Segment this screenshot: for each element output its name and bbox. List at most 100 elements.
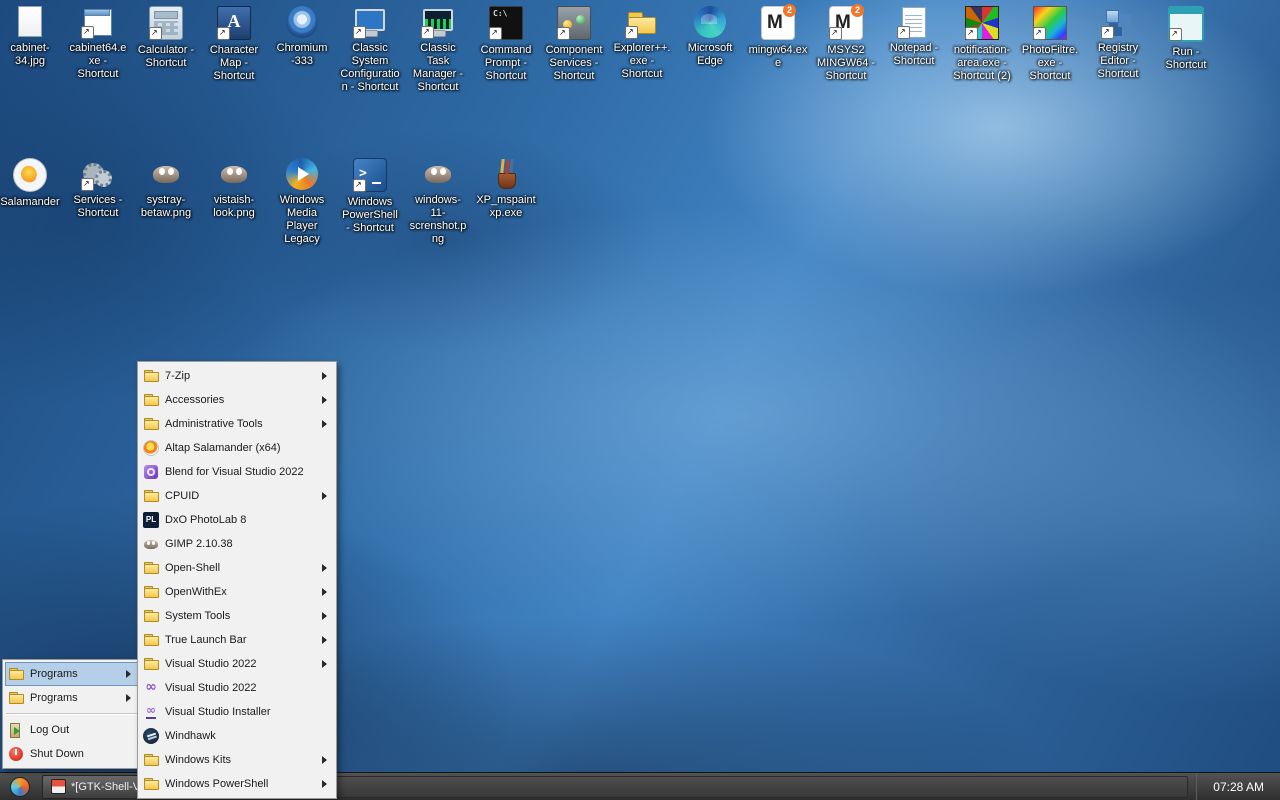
desktop-icon-label: Component Services - Shortcut — [545, 44, 603, 82]
m2-icon — [829, 4, 864, 40]
start-menu-item-shut-down[interactable]: Shut Down — [5, 742, 138, 766]
programs-menu-item-7-zip[interactable]: 7-Zip — [140, 364, 334, 388]
chromium-icon — [286, 6, 318, 38]
menu-item-label: Open-Shell — [165, 562, 221, 574]
submenu-arrow-icon — [126, 694, 135, 702]
programs-menu-item-openwithex[interactable]: OpenWithEx — [140, 580, 334, 604]
desktop-icon-notification-area-exe-shortcut-2[interactable]: notification-area.exe - Shortcut (2) — [952, 6, 1012, 83]
run-icon — [1168, 6, 1204, 42]
desktop-icon-label: Chromium -333 — [276, 42, 328, 67]
shortcut-arrow-overlay-icon — [353, 26, 366, 39]
desktop-icon-label: cabinet64.exe - Shortcut — [69, 42, 127, 80]
desktop-icon-xp-mspaintxp-exe[interactable]: XP_mspaintxp.exe — [476, 158, 536, 220]
desktop-icon-msys2-mingw64-shortcut[interactable]: MSYS2 MINGW64 - Shortcut — [816, 4, 876, 83]
desktop-icon-label: MSYS2 MINGW64 - Shortcut — [816, 44, 876, 82]
desktop-icon-cabinet64-exe-shortcut[interactable]: cabinet64.exe - Shortcut — [68, 6, 128, 81]
programs-submenu-items: 7-Zip Accessories Administrative Tools Alta… — [140, 364, 334, 796]
programs-menu-item-windows-powershell[interactable]: Windows PowerShell — [140, 772, 334, 796]
programs-menu-item-open-shell[interactable]: Open-Shell — [140, 556, 334, 580]
menu-item-label: CPUID — [165, 490, 200, 502]
desktop-icon-label: Character Map - Shortcut — [209, 44, 259, 82]
desktop-icon-command-prompt-shortcut[interactable]: Command Prompt - Shortcut — [476, 6, 536, 83]
taskbar-clock[interactable]: 07:28 AM — [1213, 780, 1264, 794]
folder-icon — [143, 752, 159, 768]
desktop-icon-explorer-exe-shortcut[interactable]: Explorer++.exe - Shortcut — [612, 6, 672, 81]
menu-item-label: Log Out — [30, 724, 70, 736]
desktop-icon-systray-betaw-png[interactable]: systray-betaw.png — [136, 158, 196, 220]
desktop-icon-label: vistaish-look.png — [213, 194, 255, 219]
desktop-icon-windows-media-player-legacy[interactable]: Windows Media Player Legacy — [272, 158, 332, 246]
programs-menu-item-blend-for-visual-studio-2022[interactable]: Blend for Visual Studio 2022 — [140, 460, 334, 484]
menu-item-label: System Tools — [165, 610, 231, 622]
desktop-icon-cabinet-34-jpg[interactable]: cabinet-34.jpg — [0, 6, 60, 68]
desktop-icon-photofiltre-exe-shortcut[interactable]: PhotoFiltre.exe - Shortcut — [1020, 6, 1080, 83]
desktop-icon-label: Run - Shortcut — [1165, 46, 1207, 71]
programs-menu-item-dxo-photolab-8[interactable]: DxO PhotoLab 8 — [140, 508, 334, 532]
desktop-icon-windows-powershell-shortcut[interactable]: Windows PowerShell - Shortcut — [340, 158, 400, 235]
desktop-icon-microsoft-edge[interactable]: Microsoft Edge — [680, 6, 740, 68]
desktop-icon-vistaish-look-png[interactable]: vistaish-look.png — [204, 158, 264, 220]
start-menu-item-programs[interactable]: Programs — [5, 662, 138, 686]
folder-icon — [143, 488, 159, 504]
menu-item-label: 7-Zip — [165, 370, 191, 382]
desktop-icon-classic-task-manager-shortcut[interactable]: Classic Task Manager - Shortcut — [408, 6, 468, 94]
programs-menu-item-visual-studio-2022[interactable]: Visual Studio 2022 — [140, 676, 334, 700]
desktop-icon-notepad-shortcut[interactable]: Notepad - Shortcut — [884, 6, 944, 68]
photofiltre-icon — [1033, 6, 1067, 40]
start-menu-item-programs[interactable]: Programs — [5, 686, 138, 710]
windhawk-icon — [143, 728, 159, 744]
programs-submenu: 7-Zip Accessories Administrative Tools Alta… — [137, 361, 337, 799]
programs-menu-item-windows-kits[interactable]: Windows Kits — [140, 748, 334, 772]
system-tray: 07:28 AM — [1196, 773, 1280, 800]
powershell-icon — [353, 158, 387, 192]
desktop-icon-run-shortcut[interactable]: Run - Shortcut — [1156, 6, 1216, 72]
programs-menu-item-visual-studio-2022[interactable]: Visual Studio 2022 — [140, 652, 334, 676]
programs-menu-item-altap-salamander-x64[interactable]: Altap Salamander (x64) — [140, 436, 334, 460]
start-menu-items: Programs Programs Log Out Shut Down — [5, 662, 138, 766]
menu-item-label: Programs — [30, 668, 78, 680]
folder-icon — [143, 656, 159, 672]
desktop-icon-mingw64-exe[interactable]: mingw64.exe — [748, 4, 808, 70]
shortcut-arrow-overlay-icon — [829, 27, 842, 40]
programs-menu-item-gimp-2-10-38[interactable]: GIMP 2.10.38 — [140, 532, 334, 556]
desktop-icon-label: Windows Media Player Legacy — [279, 194, 325, 245]
programs-menu-item-administrative-tools[interactable]: Administrative Tools — [140, 412, 334, 436]
charmap-icon — [217, 6, 251, 40]
programs-menu-item-cpuid[interactable]: CPUID — [140, 484, 334, 508]
paint-cup-icon — [490, 158, 522, 190]
folder-icon — [8, 690, 24, 706]
shortcut-arrow-overlay-icon — [965, 27, 978, 40]
desktop-icon-windows-11-screnshot-png[interactable]: windows-11-screnshot.png — [408, 158, 468, 246]
desktop-icon-label: mingw64.exe — [748, 44, 808, 69]
desktop-icon-classic-system-configuration-shortcut[interactable]: Classic System Configuration - Shortcut — [340, 6, 400, 94]
desktop-icon-character-map-shortcut[interactable]: Character Map - Shortcut — [204, 6, 264, 83]
desktop-icon-label: Microsoft Edge — [687, 42, 733, 67]
start-button[interactable] — [4, 774, 36, 800]
gimp-image-icon — [150, 158, 182, 190]
menu-item-label: DxO PhotoLab 8 — [165, 514, 247, 526]
desktop-icon-calculator-shortcut[interactable]: Calculator - Shortcut — [136, 6, 196, 70]
desktop-icon-chromium-333[interactable]: Chromium -333 — [272, 6, 332, 68]
desktop-icon-registry-editor-shortcut[interactable]: Registry Editor - Shortcut — [1088, 6, 1148, 81]
desktop-icon-salamander[interactable]: Salamander — [0, 158, 60, 209]
desktop-icon-label: Command Prompt - Shortcut — [480, 44, 532, 82]
gimp-image-icon — [422, 158, 454, 190]
programs-menu-item-visual-studio-installer[interactable]: Visual Studio Installer — [140, 700, 334, 724]
programs-menu-item-system-tools[interactable]: System Tools — [140, 604, 334, 628]
programs-menu-item-true-launch-bar[interactable]: True Launch Bar — [140, 628, 334, 652]
shortcut-arrow-overlay-icon — [489, 27, 502, 40]
vs-installer-icon — [143, 702, 159, 720]
desktop-icon-label: Services - Shortcut — [73, 194, 123, 219]
taskmgr-icon — [421, 6, 454, 39]
menu-item-label: Visual Studio Installer — [165, 706, 271, 718]
desktop-icon-component-services-shortcut[interactable]: Component Services - Shortcut — [544, 6, 604, 83]
start-menu: Programs Programs Log Out Shut Down — [2, 659, 141, 769]
cmd-icon — [489, 6, 523, 40]
image-file-icon — [14, 6, 46, 38]
programs-menu-item-windhawk[interactable]: Windhawk — [140, 724, 334, 748]
calculator-icon — [149, 6, 183, 40]
desktop-icon-services-shortcut[interactable]: Services - Shortcut — [68, 158, 128, 220]
start-menu-item-log-out[interactable]: Log Out — [5, 718, 138, 742]
programs-menu-item-accessories[interactable]: Accessories — [140, 388, 334, 412]
shortcut-arrow-overlay-icon — [81, 26, 94, 39]
